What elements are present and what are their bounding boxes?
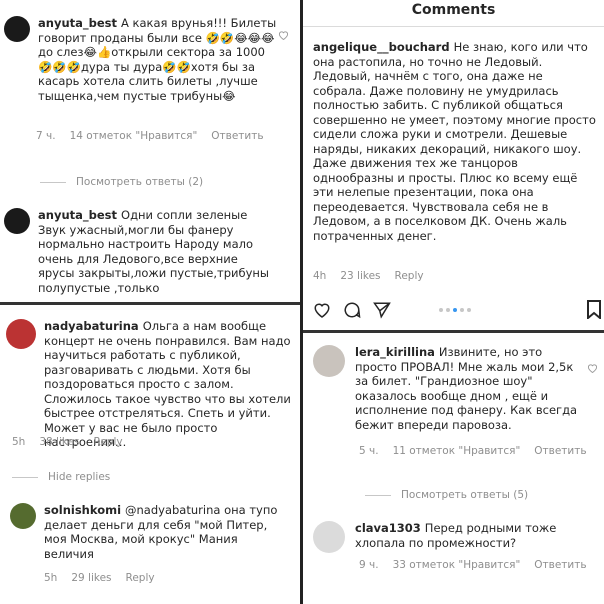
timestamp: 5h bbox=[44, 572, 58, 584]
comment-nadya: nadyabaturina Ольга а нам вообще концерт … bbox=[6, 319, 296, 450]
page-title: Comments bbox=[411, 2, 496, 18]
likes-count[interactable]: 23 likes bbox=[340, 270, 380, 282]
likes-count[interactable]: 11 отметок "Нравится" bbox=[393, 445, 521, 457]
comment-meta: 5h 38 likes Reply bbox=[12, 436, 123, 448]
hide-replies[interactable]: Hide replies bbox=[12, 471, 110, 483]
divider bbox=[12, 476, 38, 478]
divider bbox=[303, 26, 604, 27]
left-panel-top: anyuta_best А какая врунья!!! Билеты гово… bbox=[0, 0, 300, 302]
reply-button[interactable]: Ответить bbox=[534, 559, 586, 571]
likes-count[interactable]: 33 отметок "Нравится" bbox=[393, 559, 521, 571]
username[interactable]: angelique__bouchard bbox=[313, 40, 450, 54]
heart-icon[interactable] bbox=[313, 301, 331, 318]
comment-icon[interactable] bbox=[343, 301, 361, 319]
comment-meta: 5 ч. 11 отметок "Нравится" Ответить bbox=[359, 445, 587, 457]
avatar[interactable] bbox=[4, 208, 30, 234]
timestamp: 5 ч. bbox=[359, 445, 379, 457]
comment-angelique: angelique__bouchard Не знаю, кого или что… bbox=[313, 40, 599, 243]
reply-button[interactable]: Reply bbox=[395, 270, 424, 282]
dot bbox=[446, 308, 450, 312]
avatar[interactable] bbox=[6, 319, 36, 349]
likes-count[interactable]: 38 likes bbox=[39, 436, 79, 448]
timestamp: 4h bbox=[313, 270, 327, 282]
bookmark-icon[interactable] bbox=[587, 300, 601, 319]
username[interactable]: clava1303 bbox=[355, 521, 421, 535]
left-panel-bottom: nadyabaturina Ольга а нам вообще концерт … bbox=[0, 305, 300, 604]
reply-button[interactable]: Ответить bbox=[211, 130, 263, 142]
timestamp: 5h bbox=[12, 436, 26, 448]
reply-button[interactable]: Reply bbox=[126, 572, 155, 584]
comment-text: Не знаю, кого или что она растопила, но … bbox=[313, 40, 596, 243]
view-replies-label: Посмотреть ответы (2) bbox=[76, 176, 204, 188]
avatar[interactable] bbox=[10, 503, 36, 529]
view-replies[interactable]: Посмотреть ответы (2) bbox=[40, 176, 203, 188]
avatar[interactable] bbox=[4, 16, 30, 42]
comment-meta: 9 ч. 33 отметок "Нравится" Ответить bbox=[359, 559, 587, 571]
view-replies[interactable]: Посмотреть ответы (5) bbox=[365, 489, 528, 501]
carousel-dots bbox=[439, 308, 471, 312]
comment-anyuta-2: anyuta_best Одни сопли зеленые Звук ужасн… bbox=[4, 208, 294, 295]
comment-lera: lera_kirillina Извините, но это просто ПР… bbox=[313, 345, 601, 432]
dot-active bbox=[453, 308, 457, 312]
comment-meta: 4h 23 likes Reply bbox=[313, 270, 424, 282]
right-panel-bottom: lera_kirillina Извините, но это просто ПР… bbox=[303, 333, 604, 604]
dot bbox=[467, 308, 471, 312]
dot bbox=[460, 308, 464, 312]
view-replies-label: Посмотреть ответы (5) bbox=[401, 489, 529, 501]
avatar[interactable] bbox=[313, 345, 345, 377]
right-panel-top: Comments angelique__bouchard Не знаю, ког… bbox=[303, 0, 604, 330]
comment-text: Ольга а нам вообще концерт не очень понр… bbox=[44, 319, 291, 449]
comment-meta: 7 ч. 14 отметок "Нравится" Ответить bbox=[36, 130, 264, 142]
comment-solnishkomi: solnishkomi @nadyabaturina она тупо делае… bbox=[10, 503, 295, 561]
username[interactable]: nadyabaturina bbox=[44, 319, 139, 333]
comment-meta: 5h 29 likes Reply bbox=[44, 572, 155, 584]
likes-count[interactable]: 29 likes bbox=[71, 572, 111, 584]
username[interactable]: anyuta_best bbox=[38, 16, 117, 30]
divider bbox=[40, 181, 66, 183]
username[interactable]: anyuta_best bbox=[38, 208, 117, 222]
avatar[interactable] bbox=[313, 521, 345, 553]
timestamp: 7 ч. bbox=[36, 130, 56, 142]
likes-count[interactable]: 14 отметок "Нравится" bbox=[70, 130, 198, 142]
timestamp: 9 ч. bbox=[359, 559, 379, 571]
comment-clava: clava1303 Перед родными тоже хлопала по п… bbox=[313, 521, 601, 553]
heart-icon[interactable] bbox=[278, 30, 289, 40]
reply-button[interactable]: Reply bbox=[94, 436, 123, 448]
username[interactable]: solnishkomi bbox=[44, 503, 121, 517]
heart-icon[interactable] bbox=[587, 363, 598, 373]
dot bbox=[439, 308, 443, 312]
divider bbox=[365, 494, 391, 496]
username[interactable]: lera_kirillina bbox=[355, 345, 435, 359]
share-icon[interactable] bbox=[373, 301, 391, 319]
hide-replies-label: Hide replies bbox=[48, 471, 111, 483]
comment-anyuta-1: anyuta_best А какая врунья!!! Билеты гово… bbox=[4, 16, 284, 103]
reply-button[interactable]: Ответить bbox=[534, 445, 586, 457]
